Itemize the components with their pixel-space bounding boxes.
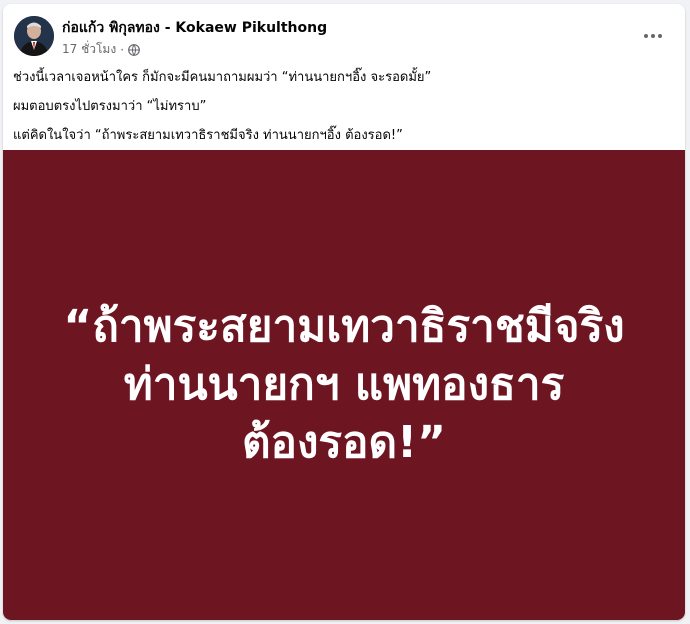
post-text-line-2: ผมตอบตรงไปตรงมาว่า “ไม่ทราบ”: [13, 99, 207, 114]
author-name[interactable]: ก่อแก้ว พิกุลทอง - Kokaew Pikulthong: [62, 17, 327, 39]
post-text: ช่วงนี้เวลาเจอหน้าใคร ก็มักจะมีคนมาถามผม…: [13, 70, 673, 157]
more-icon[interactable]: [639, 26, 667, 46]
post-time[interactable]: 17 ชั่วโมง: [62, 40, 116, 59]
post-header: ก่อแก้ว พิกุลทอง - Kokaew Pikulthong 17 …: [3, 4, 685, 62]
banner-line-3: ต้องรอด!”: [241, 417, 447, 468]
banner-line-1: “ถ้าพระสยามเทวาธิราชมีจริง: [63, 301, 625, 352]
post-meta: 17 ชั่วโมง ·: [62, 40, 140, 59]
post-text-line-3: แต่คิดในใจว่า “ถ้าพระสยามเทวาธิราชมีจริง…: [13, 128, 403, 143]
meta-separator: ·: [120, 42, 125, 57]
post-card: ก่อแก้ว พิกุลทอง - Kokaew Pikulthong 17 …: [3, 4, 685, 620]
banner-quote: “ถ้าพระสยามเทวาธิราชมีจริง ท่านนายกฯ แพท…: [63, 298, 624, 472]
post-image-banner[interactable]: “ถ้าพระสยามเทวาธิราชมีจริง ท่านนายกฯ แพท…: [3, 150, 685, 620]
avatar[interactable]: [14, 16, 54, 56]
globe-icon[interactable]: [128, 43, 140, 56]
post-text-line-1: ช่วงนี้เวลาเจอหน้าใคร ก็มักจะมีคนมาถามผม…: [13, 70, 432, 85]
banner-line-2: ท่านนายกฯ แพทองธาร: [123, 359, 565, 410]
